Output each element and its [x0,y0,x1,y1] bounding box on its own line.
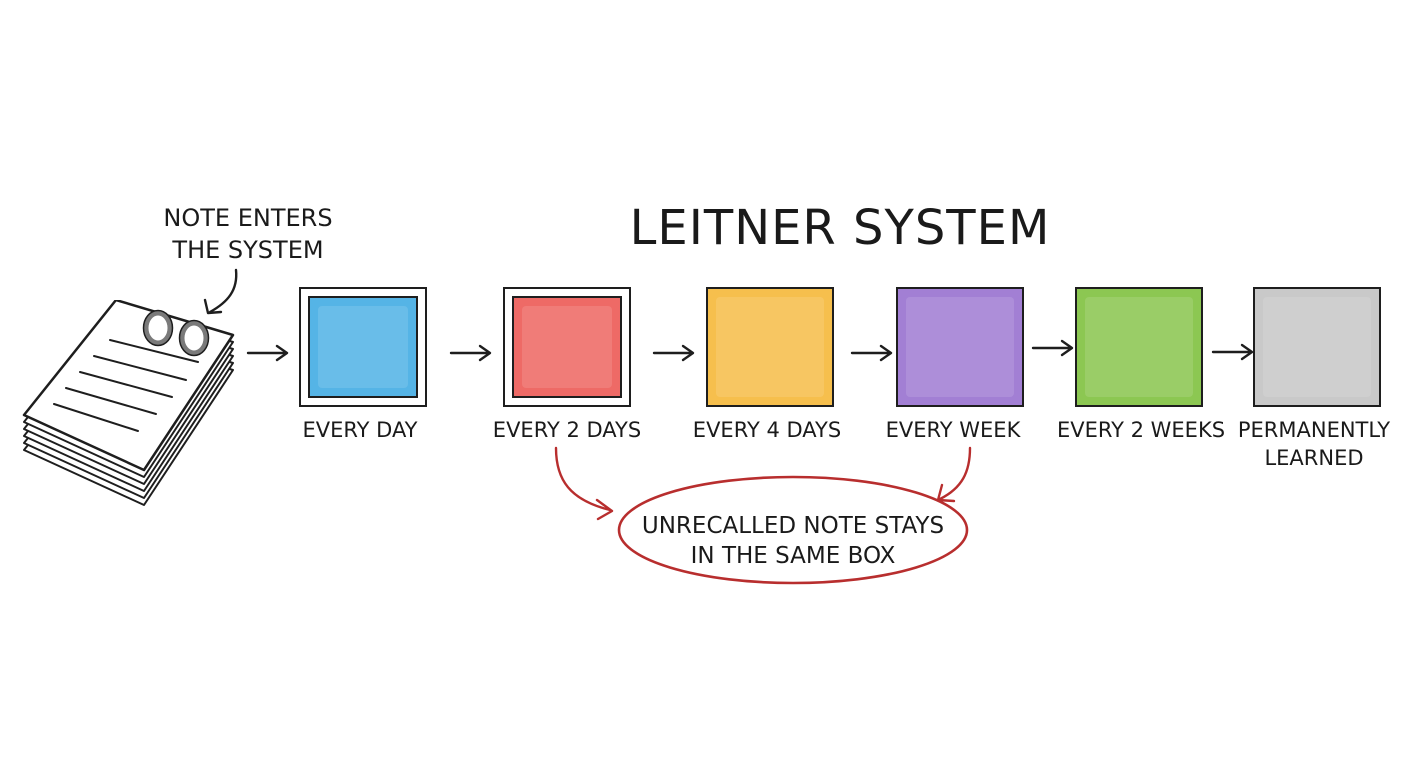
note-line-1: UNRECALLED NOTE STAYS [641,513,945,539]
curved-arrow-icon [208,268,238,314]
note-line-2: IN THE SAME BOX [690,543,896,569]
unrecalled-note-callout: UNRECALLED NOTE STAYS IN THE SAME BOX [618,478,968,584]
curved-arrow-icon [554,446,612,512]
connector-overlay [203,268,972,585]
